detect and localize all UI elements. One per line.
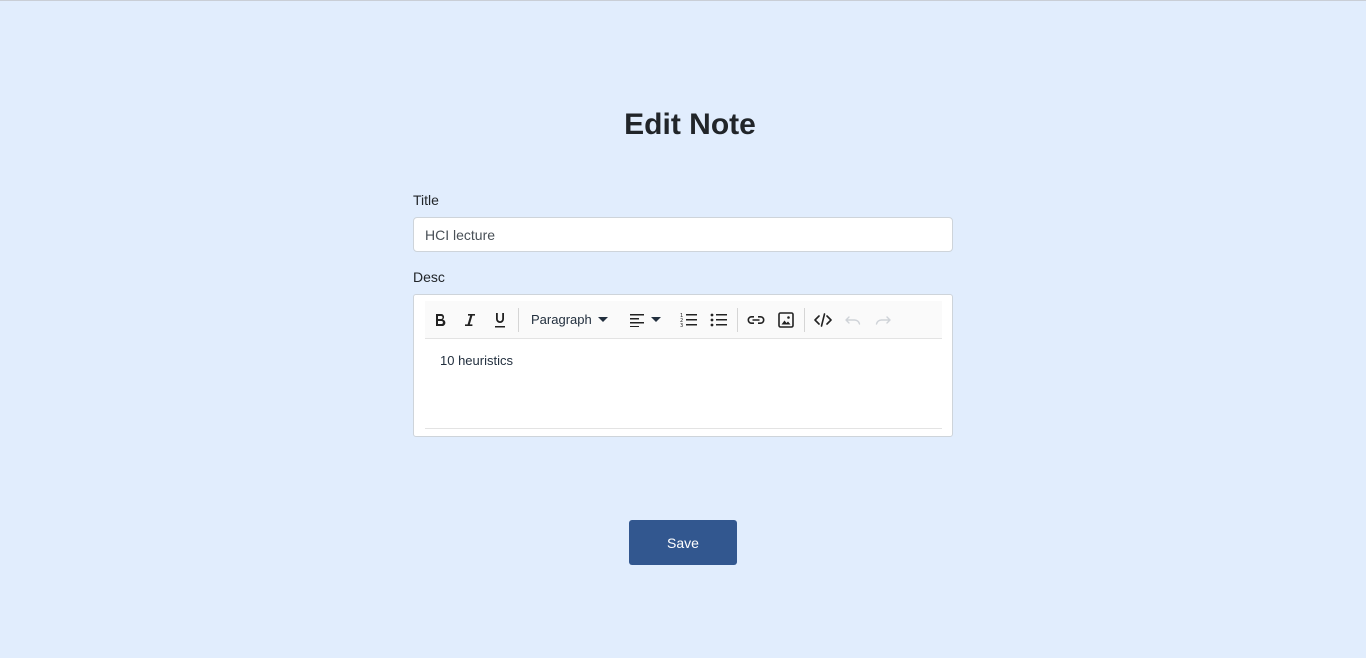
align-left-icon — [629, 313, 644, 327]
block-format-select[interactable]: Paragraph — [522, 305, 613, 335]
title-label: Title — [413, 192, 439, 208]
bold-icon[interactable] — [425, 305, 455, 335]
chevron-down-icon — [650, 317, 661, 322]
italic-icon[interactable] — [455, 305, 485, 335]
redo-icon[interactable] — [868, 305, 898, 335]
toolbar-separator — [518, 307, 519, 332]
image-icon[interactable] — [771, 305, 801, 335]
save-button[interactable]: Save — [629, 520, 737, 565]
page-title: Edit Note — [624, 108, 756, 141]
title-input[interactable] — [413, 217, 953, 252]
underline-icon[interactable] — [485, 305, 515, 335]
numbered-list-icon[interactable]: 123 — [674, 305, 704, 335]
toolbar-separator — [803, 307, 805, 332]
toolbar-separator — [736, 307, 738, 332]
editor-content[interactable]: 10 heuristics — [425, 339, 942, 429]
link-icon[interactable] — [741, 305, 771, 335]
block-format-label: Paragraph — [531, 312, 592, 327]
svg-text:3: 3 — [680, 323, 683, 328]
code-icon[interactable] — [808, 305, 838, 335]
editor-paragraph: 10 heuristics — [440, 353, 513, 368]
chevron-down-icon — [597, 317, 608, 322]
top-border — [0, 0, 1366, 1]
editor-toolbar: Paragraph 123 — [425, 301, 942, 339]
undo-icon[interactable] — [838, 305, 868, 335]
bullet-list-icon[interactable] — [704, 305, 734, 335]
rich-text-editor: Paragraph 123 10 heuristics — [413, 294, 953, 437]
align-select[interactable] — [613, 305, 666, 335]
desc-label: Desc — [413, 269, 445, 285]
